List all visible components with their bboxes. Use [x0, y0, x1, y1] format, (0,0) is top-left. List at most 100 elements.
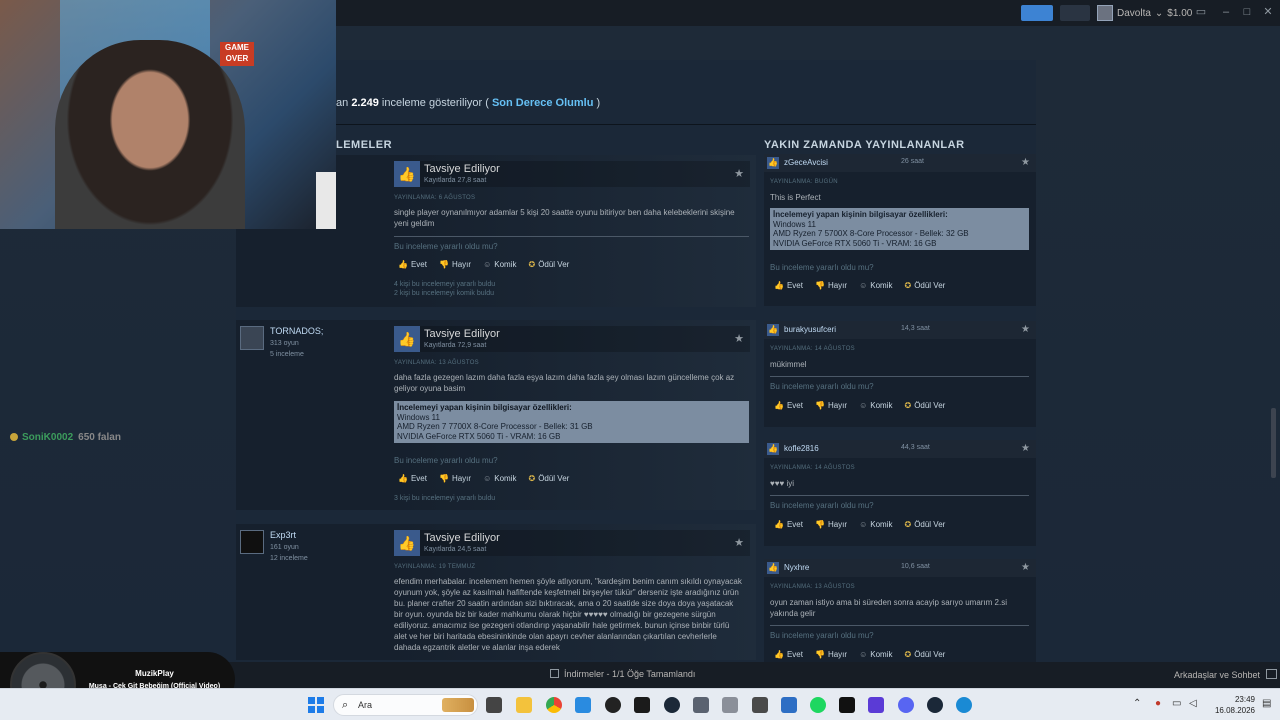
vote-no-button[interactable]: 👎 Hayır	[439, 474, 471, 483]
volume-icon[interactable]: ◁	[1189, 698, 1197, 709]
scrollbar[interactable]	[1271, 408, 1276, 478]
minimize-icon[interactable]: –	[1220, 6, 1232, 18]
thumbs-up-icon: 👍	[394, 326, 420, 352]
chevron-up-icon[interactable]: ⌃	[1133, 698, 1141, 709]
edge-icon[interactable]	[575, 697, 591, 713]
vote-yes-button[interactable]: 👍 Evet	[398, 260, 427, 269]
author-name[interactable]: zGeceAvcisi	[784, 158, 828, 167]
obs-icon[interactable]	[605, 697, 621, 713]
author-name[interactable]: Nyxhre	[784, 563, 809, 572]
divider	[770, 625, 1029, 626]
app-icon[interactable]	[956, 697, 972, 713]
star-icon[interactable]: ★	[1021, 157, 1030, 168]
spotify-icon[interactable]	[810, 697, 826, 713]
vote-no-button[interactable]: 👎 Hayır	[439, 260, 471, 269]
playtime: 10,6 saat	[901, 563, 930, 570]
task-view-icon[interactable]	[486, 697, 502, 713]
vote-yes-button[interactable]: 👍 Evet	[774, 650, 803, 659]
review-header: 👍 zGeceAvcisi 26 saat ★	[764, 154, 1036, 172]
award-button[interactable]: ✪ Ödül Ver	[904, 401, 945, 410]
thumbs-up-icon: 👍	[394, 161, 420, 187]
review-header: 👍 Nyxhre 10,6 saat ★	[764, 559, 1036, 577]
vote-funny-button[interactable]: ☺ Komik	[859, 281, 892, 290]
star-icon[interactable]: ★	[734, 167, 744, 180]
avatar[interactable]	[240, 326, 264, 350]
author-name[interactable]: TORNADOS;	[270, 326, 323, 336]
playtime: Kayıtlarda 27,8 saat	[424, 177, 487, 184]
author-name[interactable]: kofle2816	[784, 444, 819, 453]
author-games[interactable]: 161 oyun	[270, 544, 299, 551]
vote-funny-button[interactable]: ☺ Komik	[859, 401, 892, 410]
vote-funny-button[interactable]: ☺ Komik	[859, 520, 892, 529]
thumbs-down-icon: 👎	[814, 401, 825, 410]
account-menu[interactable]: Davolta ⌄ $1.00	[1097, 4, 1192, 22]
review-stats: 4 kişi bu incelemeyi yararlı buldu 2 kiş…	[394, 281, 496, 297]
discord-icon[interactable]	[898, 697, 914, 713]
chrome-icon[interactable]	[546, 697, 562, 713]
recent-review-card: 👍 Nyxhre 10,6 saat ★ YAYINLANMA: 13 AĞUS…	[764, 559, 1036, 662]
rating-link[interactable]: Son Derece Olumlu	[492, 97, 593, 109]
maximize-icon[interactable]: □	[1241, 6, 1253, 18]
star-icon[interactable]: ★	[734, 536, 744, 549]
vote-yes-button[interactable]: 👍 Evet	[398, 474, 427, 483]
app-icon[interactable]	[868, 697, 884, 713]
star-icon[interactable]: ★	[734, 332, 744, 345]
review-header: 👍 Tavsiye Ediliyor Kayıtlarda 24,5 saat …	[394, 530, 750, 556]
notifications-button[interactable]	[1060, 5, 1090, 21]
bigpicture-icon[interactable]: ▭	[1195, 6, 1207, 18]
thumbs-up-icon: 👍	[774, 281, 784, 290]
app-icon[interactable]	[722, 697, 738, 713]
vote-funny-button[interactable]: ☺ Komik	[483, 260, 516, 269]
friends-chat-button[interactable]: Arkadaşlar ve Sohbet	[1174, 669, 1278, 680]
vote-no-button[interactable]: 👎 Hayır	[815, 520, 847, 529]
award-button[interactable]: ✪ Ödül Ver	[904, 650, 945, 659]
vote-no-button[interactable]: 👎 Hayır	[815, 281, 847, 290]
network-icon[interactable]: ▭	[1172, 698, 1181, 709]
file-explorer-icon[interactable]	[516, 697, 532, 713]
vote-yes-button[interactable]: 👍 Evet	[774, 520, 803, 529]
award-icon: ✪	[528, 260, 536, 269]
streamlabs-icon[interactable]	[634, 697, 650, 713]
author-games[interactable]: 313 oyun	[270, 340, 299, 347]
windows-start-icon[interactable]	[308, 697, 324, 713]
downloads-status[interactable]: İndirmeler - 1/1 Öğe Tamamlandı	[550, 669, 695, 679]
system-clock[interactable]: 23:49 16.08.2026	[1210, 694, 1255, 716]
smile-icon: ☺	[859, 650, 868, 659]
broadcast-button[interactable]	[1021, 5, 1053, 21]
award-button[interactable]: ✪ Ödül Ver	[904, 281, 945, 290]
star-icon[interactable]: ★	[1021, 324, 1030, 335]
award-button[interactable]: ✪ Ödül Ver	[528, 474, 569, 483]
thumbs-down-icon: 👎	[814, 281, 825, 290]
badge-icon	[10, 433, 18, 442]
recommendation-label: Tavsiye Ediliyor	[424, 532, 500, 544]
app-icon[interactable]	[752, 697, 768, 713]
star-icon[interactable]: ★	[1021, 443, 1030, 454]
divider	[770, 495, 1029, 496]
vote-no-button[interactable]: 👎 Hayır	[815, 650, 847, 659]
author-reviews[interactable]: 5 inceleme	[270, 351, 304, 358]
microphone-icon[interactable]: ●	[1155, 698, 1161, 709]
award-button[interactable]: ✪ Ödül Ver	[904, 520, 945, 529]
author-reviews[interactable]: 12 inceleme	[270, 555, 308, 562]
app-icon[interactable]	[781, 697, 797, 713]
vote-funny-button[interactable]: ☺ Komik	[483, 474, 516, 483]
notification-icon[interactable]: ▤	[1262, 698, 1271, 709]
calculator-icon[interactable]	[693, 697, 709, 713]
star-icon[interactable]: ★	[1021, 562, 1030, 573]
author-name[interactable]: burakyusufceri	[784, 325, 836, 334]
close-icon[interactable]: ✕	[1262, 6, 1274, 18]
award-button[interactable]: ✪ Ödül Ver	[528, 260, 569, 269]
vote-buttons: 👍 Evet 👎 Hayır ☺ Komik ✪ Ödül Ver	[398, 260, 569, 269]
recent-review-card: 👍 burakyusufceri 14,3 saat ★ YAYINLANMA:…	[764, 321, 1036, 427]
author-name[interactable]: Exp3rt	[270, 530, 296, 540]
avatar[interactable]	[240, 530, 264, 554]
playtime: Kayıtlarda 72,9 saat	[424, 342, 487, 349]
capcut-icon[interactable]	[839, 697, 855, 713]
vote-no-button[interactable]: 👎 Hayır	[815, 401, 847, 410]
steam-icon[interactable]	[664, 697, 680, 713]
taskbar-search[interactable]: ⌕ Ara	[333, 694, 478, 716]
steam-icon[interactable]	[927, 697, 943, 713]
vote-yes-button[interactable]: 👍 Evet	[774, 281, 803, 290]
vote-yes-button[interactable]: 👍 Evet	[774, 401, 803, 410]
vote-funny-button[interactable]: ☺ Komik	[859, 650, 892, 659]
